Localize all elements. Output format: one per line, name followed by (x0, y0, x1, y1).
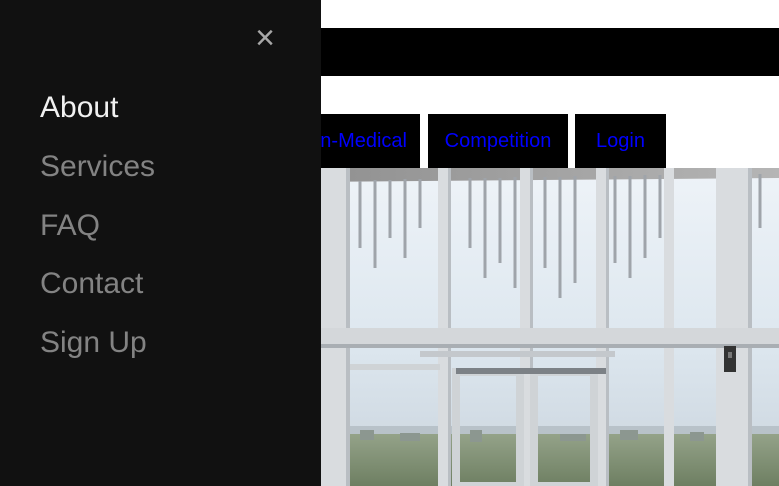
side-navigation: × About Services FAQ Contact Sign Up (0, 0, 321, 486)
nav-link-services[interactable]: Services (40, 149, 155, 185)
nav-link-sign-up[interactable]: Sign Up (40, 325, 147, 361)
nav-link-about[interactable]: About (40, 90, 118, 126)
close-icon[interactable]: × (250, 20, 280, 56)
tab-competition[interactable]: Competition (428, 114, 568, 168)
tab-login[interactable]: Login (575, 114, 666, 168)
nav-link-contact[interactable]: Contact (40, 266, 143, 302)
nav-link-faq[interactable]: FAQ (40, 208, 100, 244)
